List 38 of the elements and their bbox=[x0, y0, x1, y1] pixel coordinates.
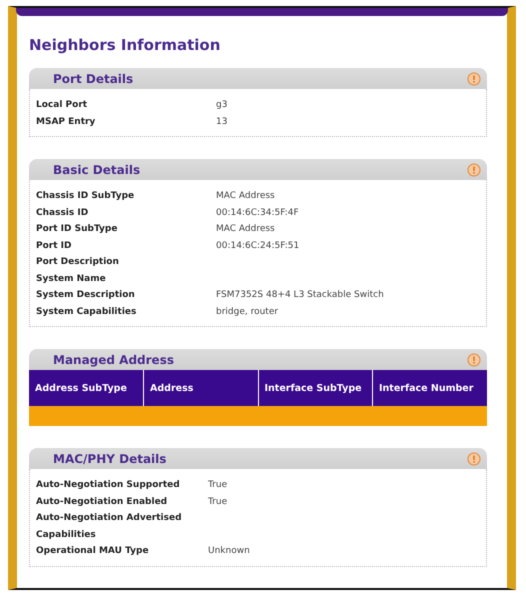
field-label: Port ID bbox=[36, 240, 72, 252]
field-label: System Name bbox=[36, 272, 107, 286]
field-value: 00:14:6C:24:5F:51 bbox=[216, 240, 300, 252]
field-label: Port Description bbox=[36, 256, 120, 269]
field-label: System Capabilities bbox=[36, 306, 138, 318]
field-value: 13 bbox=[216, 116, 228, 128]
field-value: g3 bbox=[216, 99, 228, 112]
field-value: True bbox=[208, 479, 228, 492]
column-header: Interface Number bbox=[372, 370, 487, 406]
field-value: MAC Address bbox=[216, 223, 275, 236]
page-title: Neighbors Information bbox=[29, 36, 222, 54]
help-icon[interactable] bbox=[467, 72, 481, 86]
field-label: Chassis ID bbox=[36, 206, 90, 220]
field-value: bridge, router bbox=[216, 306, 278, 318]
field-label: Auto-Negotiation Advertised Capabilities bbox=[36, 512, 183, 542]
field-label: Auto-Negotiation Enabled bbox=[36, 496, 168, 508]
field-label: Port ID SubType bbox=[36, 223, 118, 236]
field-value: FSM7352S 48+4 L3 Stackable Switch bbox=[216, 289, 384, 302]
field-label: Local Port bbox=[36, 99, 88, 112]
field-value: 00:14:6C:34:5F:4F bbox=[216, 206, 299, 220]
help-icon[interactable] bbox=[467, 352, 481, 366]
field-label: Chassis ID SubType bbox=[36, 190, 136, 203]
section-title: MAC/PHY Details bbox=[53, 452, 166, 466]
section-title: Basic Details bbox=[53, 162, 140, 176]
field-value: True bbox=[208, 496, 228, 508]
section-title: Port Details bbox=[53, 72, 134, 86]
field-label: Operational MAU Type bbox=[36, 545, 150, 558]
field-label: System Description bbox=[36, 289, 136, 302]
help-icon[interactable] bbox=[467, 162, 481, 176]
field-label: Auto-Negotiation Supported bbox=[36, 479, 181, 492]
field-value: MAC Address bbox=[216, 190, 275, 203]
field-value: Unknown bbox=[208, 545, 250, 558]
field-label: MSAP Entry bbox=[36, 116, 96, 128]
column-header: Address bbox=[144, 370, 258, 406]
column-header: Interface SubType bbox=[258, 370, 372, 406]
column-header: Address SubType bbox=[29, 370, 144, 406]
help-icon[interactable] bbox=[467, 452, 481, 466]
section-title: Managed Address bbox=[53, 352, 174, 366]
